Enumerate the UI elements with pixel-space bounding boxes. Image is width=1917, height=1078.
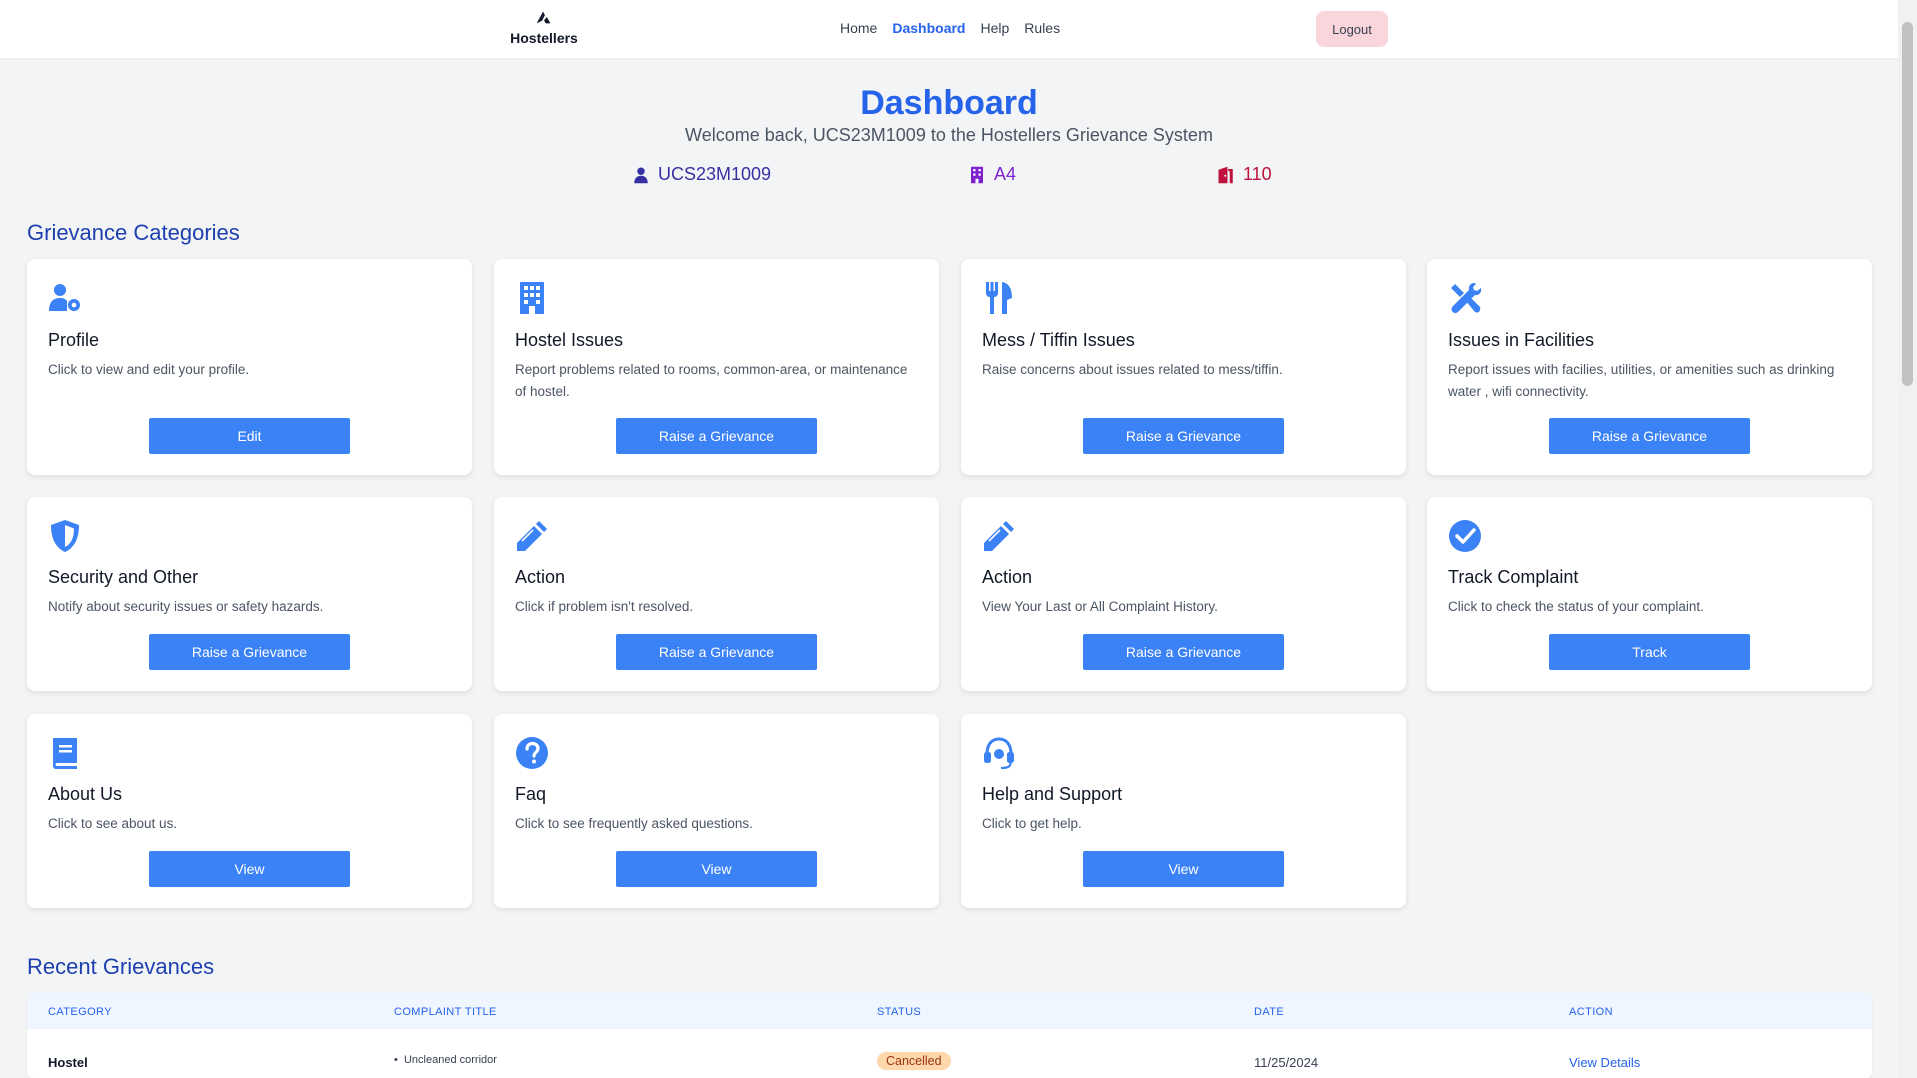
headset-icon	[984, 737, 1014, 770]
user-room-info: 110	[1217, 164, 1272, 185]
book-icon	[53, 738, 77, 769]
page-scrollbar[interactable]	[1898, 0, 1917, 1078]
track-complaint-button[interactable]: Track	[1549, 634, 1750, 670]
card-description: Raise concerns about issues related to m…	[982, 362, 1283, 377]
card-description: View Your Last or All Complaint History.	[982, 599, 1218, 614]
card-title: Issues in Facilities	[1448, 330, 1595, 350]
nav-link-home[interactable]: Home	[840, 20, 877, 36]
recent-grievances-table: CATEGORY COMPLAINT TITLE STATUS DATE ACT…	[27, 993, 1872, 1078]
nav-links: Home Dashboard Help Rules	[840, 20, 1060, 36]
nav-link-help[interactable]: Help	[980, 20, 1009, 36]
card-title: Action	[515, 567, 566, 587]
dashboard-header: Dashboard Welcome back, UCS23M1009 to th…	[0, 84, 1898, 146]
card-faq: Faq Click to see frequently asked questi…	[494, 714, 939, 908]
card-title: Security and Other	[48, 567, 199, 587]
column-header-action: ACTION	[1569, 1006, 1613, 1018]
card-track-complaint: Track Complaint Click to check the statu…	[1427, 497, 1872, 691]
card-title: About Us	[48, 784, 123, 804]
nav-link-dashboard[interactable]: Dashboard	[892, 20, 965, 36]
card-title: Mess / Tiffin Issues	[982, 330, 1135, 350]
brand-name: Hostellers	[510, 30, 578, 46]
card-title: Hostel Issues	[515, 330, 624, 350]
card-description: Click to see about us.	[48, 816, 178, 831]
card-title: Profile	[48, 330, 100, 350]
card-profile: Profile Click to view and edit your prof…	[27, 259, 472, 475]
row-status: Cancelled	[877, 1052, 951, 1070]
roll-number: UCS23M1009	[658, 164, 772, 184]
card-about-us: About Us Click to see about us. View	[27, 714, 472, 908]
grievance-categories-title: Grievance Categories	[27, 220, 240, 245]
scrollbar-thumb[interactable]	[1902, 22, 1913, 386]
card-description: Notify about security issues or safety h…	[48, 599, 324, 614]
utensils-icon	[986, 282, 1012, 314]
brand-logo[interactable]: Hostellers	[508, 6, 580, 46]
view-about-us-button[interactable]: View	[149, 851, 350, 887]
column-header-category: CATEGORY	[48, 1006, 112, 1018]
room-number: 110	[1243, 164, 1272, 184]
column-header-title: COMPLAINT TITLE	[394, 1006, 497, 1018]
card-description: Click to view and edit your profile.	[48, 362, 250, 377]
door-icon	[1218, 166, 1233, 183]
building-icon	[520, 282, 544, 314]
view-details-link[interactable]: View Details	[1569, 1055, 1640, 1070]
card-title: Track Complaint	[1448, 567, 1579, 587]
welcome-message: Welcome back, UCS23M1009 to the Hostelle…	[685, 125, 1213, 145]
card-description: Click if problem isn't resolved.	[515, 599, 694, 614]
mountain-logo-icon	[536, 11, 551, 24]
card-security: Security and Other Notify about security…	[27, 497, 472, 691]
table-header: CATEGORY COMPLAINT TITLE STATUS DATE ACT…	[27, 993, 1872, 1029]
column-header-date: DATE	[1254, 1006, 1285, 1018]
column-header-status: STATUS	[877, 1006, 922, 1018]
pencil-icon	[984, 521, 1014, 551]
pencil-icon	[517, 521, 547, 551]
page-title: Dashboard	[860, 84, 1038, 122]
question-circle-icon	[516, 737, 548, 769]
card-mess-issues: Mess / Tiffin Issues Raise concerns abou…	[961, 259, 1406, 475]
row-category: Hostel	[48, 1055, 88, 1070]
card-help-support: Help and Support Click to get help. View	[961, 714, 1406, 908]
card-facilities: Issues in Facilities Report issues with …	[1427, 259, 1872, 475]
recent-grievances-title: Recent Grievances	[27, 954, 215, 979]
raise-grievance-hostel-button[interactable]: Raise a Grievance	[616, 418, 817, 454]
building-icon	[971, 166, 983, 183]
card-description: Click to get help.	[982, 816, 1082, 831]
card-action-unresolved: Action Click if problem isn't resolved. …	[494, 497, 939, 691]
user-icon	[634, 167, 648, 183]
view-help-support-button[interactable]: View	[1083, 851, 1284, 887]
shield-icon	[51, 520, 79, 552]
card-description: Click to check the status of your compla…	[1448, 599, 1704, 614]
card-description: Report problems related to rooms, common…	[515, 362, 908, 399]
user-roll-info: UCS23M1009	[632, 164, 771, 185]
raise-grievance-facilities-button[interactable]: Raise a Grievance	[1549, 418, 1750, 454]
row-date: 11/25/2024	[1254, 1055, 1319, 1070]
view-faq-button[interactable]: View	[616, 851, 817, 887]
logout-button[interactable]: Logout	[1316, 11, 1388, 47]
top-navbar: Hostellers Home Dashboard Help Rules Log…	[0, 0, 1898, 58]
check-circle-icon	[1449, 520, 1481, 552]
raise-grievance-action-button[interactable]: Raise a Grievance	[616, 634, 817, 670]
card-title: Help and Support	[982, 784, 1123, 804]
status-badge: Cancelled	[877, 1052, 951, 1070]
user-block-info: A4	[968, 164, 1016, 185]
raise-grievance-history-button[interactable]: Raise a Grievance	[1083, 634, 1284, 670]
edit-profile-button[interactable]: Edit	[149, 418, 350, 454]
card-title: Faq	[515, 784, 547, 804]
card-title: Action	[982, 567, 1033, 587]
card-description: Click to see frequently asked questions.	[515, 816, 753, 831]
card-description: Report issues with facilies, utilities, …	[1448, 362, 1835, 399]
user-gear-icon	[49, 284, 80, 311]
card-hostel-issues: Hostel Issues Report problems related to…	[494, 259, 939, 475]
card-action-history: Action View Your Last or All Complaint H…	[961, 497, 1406, 691]
nav-link-rules[interactable]: Rules	[1024, 20, 1060, 36]
row-complaint-title: • Uncleaned corridor	[394, 1054, 497, 1066]
raise-grievance-mess-button[interactable]: Raise a Grievance	[1083, 418, 1284, 454]
block-name: A4	[994, 164, 1017, 184]
tools-icon	[1451, 283, 1482, 314]
raise-grievance-security-button[interactable]: Raise a Grievance	[149, 634, 350, 670]
